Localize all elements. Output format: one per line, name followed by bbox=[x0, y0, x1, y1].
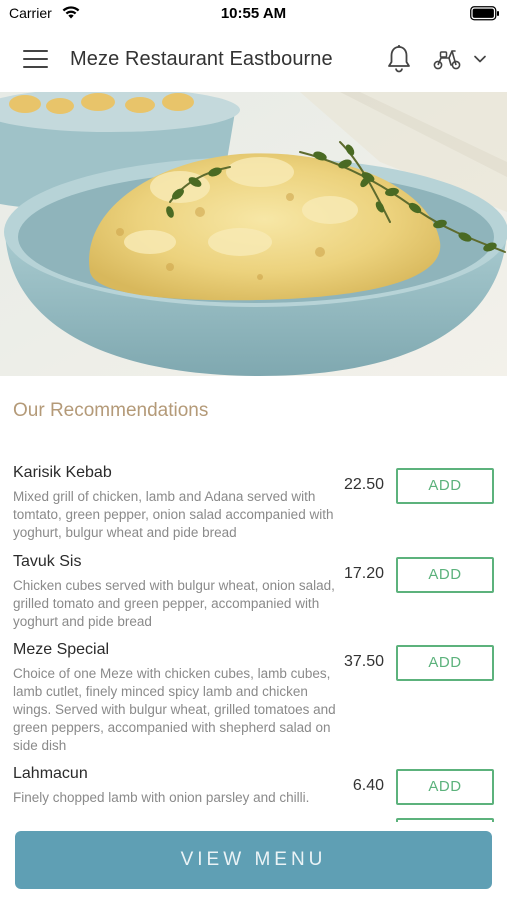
add-button-partial[interactable] bbox=[396, 818, 494, 822]
hummus-bowl-image bbox=[0, 92, 507, 376]
hero-image bbox=[0, 92, 507, 376]
view-menu-button[interactable]: VIEW MENU bbox=[15, 831, 492, 889]
item-description: Mixed grill of chicken, lamb and Adana s… bbox=[13, 489, 334, 540]
item-price: 17.20 bbox=[343, 565, 384, 582]
item-name: Tavuk Sis bbox=[13, 553, 82, 570]
add-button[interactable]: ADD bbox=[396, 557, 494, 593]
menu-icon[interactable] bbox=[23, 50, 48, 70]
add-button[interactable]: ADD bbox=[396, 645, 494, 681]
item-price: 6.40 bbox=[352, 777, 384, 794]
chevron-down-icon[interactable] bbox=[472, 52, 488, 66]
bell-icon[interactable] bbox=[386, 44, 412, 74]
battery-icon bbox=[470, 6, 499, 21]
section-title: Our Recommendations bbox=[13, 400, 209, 421]
item-price: 37.50 bbox=[343, 653, 384, 670]
item-description: Choice of one Meze with chicken cubes, l… bbox=[13, 666, 336, 753]
scooter-icon[interactable] bbox=[432, 47, 462, 71]
page-title: Meze Restaurant Eastbourne bbox=[70, 48, 333, 70]
app-header: Meze Restaurant Eastbourne bbox=[0, 28, 507, 92]
add-button[interactable]: ADD bbox=[396, 468, 494, 504]
item-description: Finely chopped lamb with onion parsley a… bbox=[13, 790, 310, 805]
item-price: 22.50 bbox=[343, 476, 384, 493]
status-bar: Carrier 10:55 AM bbox=[0, 0, 507, 28]
item-name: Lahmacun bbox=[13, 765, 88, 782]
clock: 10:55 AM bbox=[220, 5, 287, 22]
item-description: Chicken cubes served with bulgur wheat, … bbox=[13, 578, 335, 629]
item-name: Karisik Kebab bbox=[13, 464, 112, 481]
recommendations-list: Karisik Kebab Mixed grill of chicken, la… bbox=[0, 460, 507, 822]
add-button[interactable]: ADD bbox=[396, 769, 494, 805]
item-name: Meze Special bbox=[13, 641, 110, 658]
